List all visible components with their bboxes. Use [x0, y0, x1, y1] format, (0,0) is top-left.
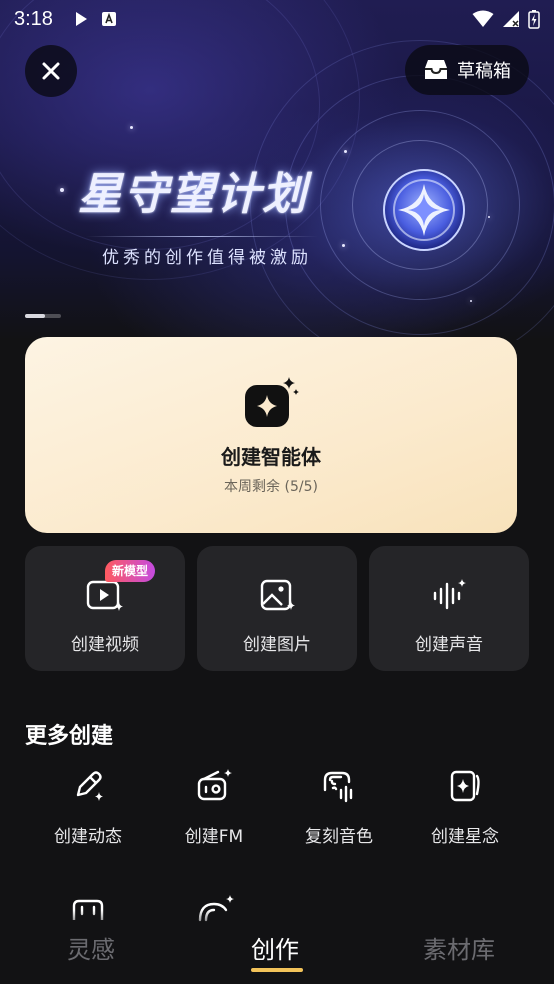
play-store-icon — [75, 12, 87, 26]
font-app-icon — [101, 12, 116, 26]
star-sparkle — [60, 188, 64, 192]
hero-banner[interactable]: 3:18 草稿箱 星守望计划 优秀的创作值得被激励 — [0, 0, 554, 340]
create-post-label: 创建动态 — [54, 827, 122, 847]
battery-icon — [528, 10, 540, 29]
create-agent-card[interactable]: 创建智能体 本周剩余 (5/5) — [25, 337, 517, 533]
banner-subtitle: 优秀的创作值得被激励 — [102, 248, 312, 268]
create-sound-label: 创建声音 — [415, 635, 483, 655]
pencil-icon — [76, 771, 103, 801]
create-image-tile[interactable]: 创建图片 — [197, 546, 357, 671]
create-star-memory-label: 创建星念 — [431, 827, 499, 847]
active-tab-indicator — [251, 968, 303, 972]
carousel-indicator — [25, 314, 61, 318]
star-emblem-icon — [383, 169, 465, 251]
close-button[interactable] — [25, 45, 77, 97]
drafts-button[interactable]: 草稿箱 — [405, 45, 529, 95]
more-create-heading: 更多创建 — [25, 724, 114, 749]
banner-title: 星守望计划 — [78, 169, 308, 220]
star-sparkle — [470, 300, 472, 302]
sound-wave-icon — [433, 579, 466, 610]
clone-voice-item[interactable]: 复刻音色 — [279, 768, 399, 847]
star-sparkle — [342, 244, 345, 247]
create-sound-tile[interactable]: 创建声音 — [369, 546, 529, 671]
create-image-label: 创建图片 — [243, 635, 311, 655]
banner-divider — [86, 236, 318, 237]
drafts-label: 草稿箱 — [457, 61, 511, 82]
weekly-quota: 本周剩余 (5/5) — [224, 479, 318, 495]
image-icon — [260, 579, 295, 611]
video-icon — [86, 580, 123, 611]
create-star-memory-item[interactable]: 创建星念 — [405, 768, 525, 847]
signal-icon — [503, 11, 519, 27]
inbox-icon — [425, 60, 447, 79]
create-video-label: 创建视频 — [71, 635, 139, 655]
star-sparkle — [344, 150, 347, 153]
create-agent-title: 创建智能体 — [221, 445, 321, 469]
agent-sparkle-icon — [245, 377, 299, 427]
voice-clone-icon — [323, 771, 353, 803]
new-model-badge: 新模型 — [105, 560, 156, 582]
status-time: 3:18 — [14, 7, 53, 30]
close-icon — [42, 62, 60, 80]
status-bar: 3:18 — [0, 0, 554, 38]
star-card-icon — [450, 770, 480, 802]
star-sparkle — [488, 216, 490, 218]
create-fm-item[interactable]: 创建FM — [154, 768, 274, 847]
nav-materials[interactable]: 素材库 — [423, 930, 495, 965]
clone-voice-label: 复刻音色 — [305, 827, 373, 847]
star-sparkle — [130, 126, 133, 129]
create-post-item[interactable]: 创建动态 — [28, 768, 148, 847]
nav-inspiration[interactable]: 灵感 — [67, 930, 115, 965]
create-fm-label: 创建FM — [184, 827, 244, 847]
create-video-tile[interactable]: 新模型 创建视频 — [25, 546, 185, 671]
nav-create[interactable]: 创作 — [251, 930, 299, 965]
wifi-icon — [472, 10, 494, 27]
radio-icon — [197, 769, 232, 801]
